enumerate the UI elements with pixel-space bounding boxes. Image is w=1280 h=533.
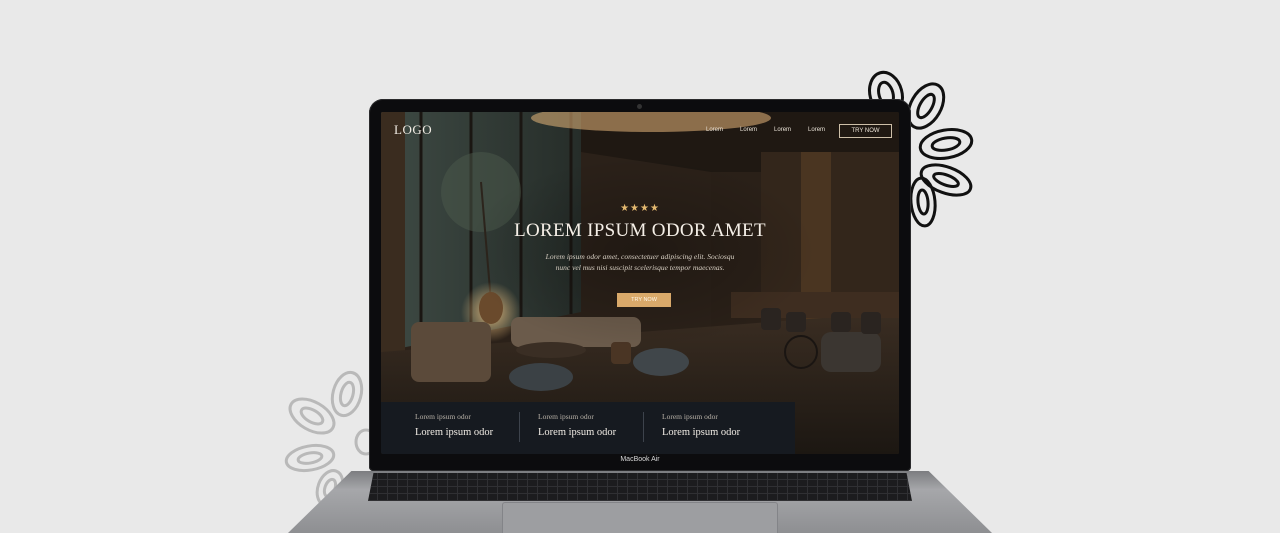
feature-bar: Lorem ipsum odor Lorem ipsum odor Lorem … <box>381 402 795 454</box>
feature-caption: Lorem ipsum odor <box>662 412 718 421</box>
nav-link[interactable]: Lorem <box>706 127 723 133</box>
try-now-header-button[interactable]: TRY NOW <box>839 124 892 138</box>
feature-item: Lorem ipsum odor Lorem ipsum odor <box>519 402 643 454</box>
device-brand-label: MacBook Air <box>620 456 660 463</box>
feature-title: Lorem ipsum odor <box>538 427 617 438</box>
hero-title: LOREM IPSUM ODOR AMET <box>514 220 766 241</box>
laptop-base <box>288 471 992 533</box>
nav-link[interactable]: Lorem <box>774 127 791 133</box>
try-now-hero-button[interactable]: TRY NOW <box>617 293 671 307</box>
laptop-screen: LOGO Lorem Lorem Lorem Lorem TRY NOW ★★★… <box>381 112 899 454</box>
feature-caption: Lorem ipsum odor <box>415 412 471 421</box>
hero-subtitle: Lorem ipsum odor amet, consectetuer adip… <box>545 252 735 272</box>
feature-title: Lorem ipsum odor <box>415 427 494 438</box>
laptop-lid: LOGO Lorem Lorem Lorem Lorem TRY NOW ★★★… <box>369 99 911 471</box>
nav-link[interactable]: Lorem <box>808 127 825 133</box>
feature-item: Lorem ipsum odor Lorem ipsum odor <box>381 402 519 454</box>
nav-link[interactable]: Lorem <box>740 127 757 133</box>
camera-icon <box>637 104 642 109</box>
feature-caption: Lorem ipsum odor <box>538 412 594 421</box>
feature-title: Lorem ipsum odor <box>662 427 741 438</box>
site-logo[interactable]: LOGO <box>394 122 432 138</box>
keyboard <box>368 473 912 501</box>
feature-item: Lorem ipsum odor Lorem ipsum odor <box>643 402 767 454</box>
trackpad <box>502 502 778 533</box>
star-rating: ★★★★ <box>620 203 660 214</box>
site-nav: Lorem Lorem Lorem Lorem <box>706 127 825 133</box>
